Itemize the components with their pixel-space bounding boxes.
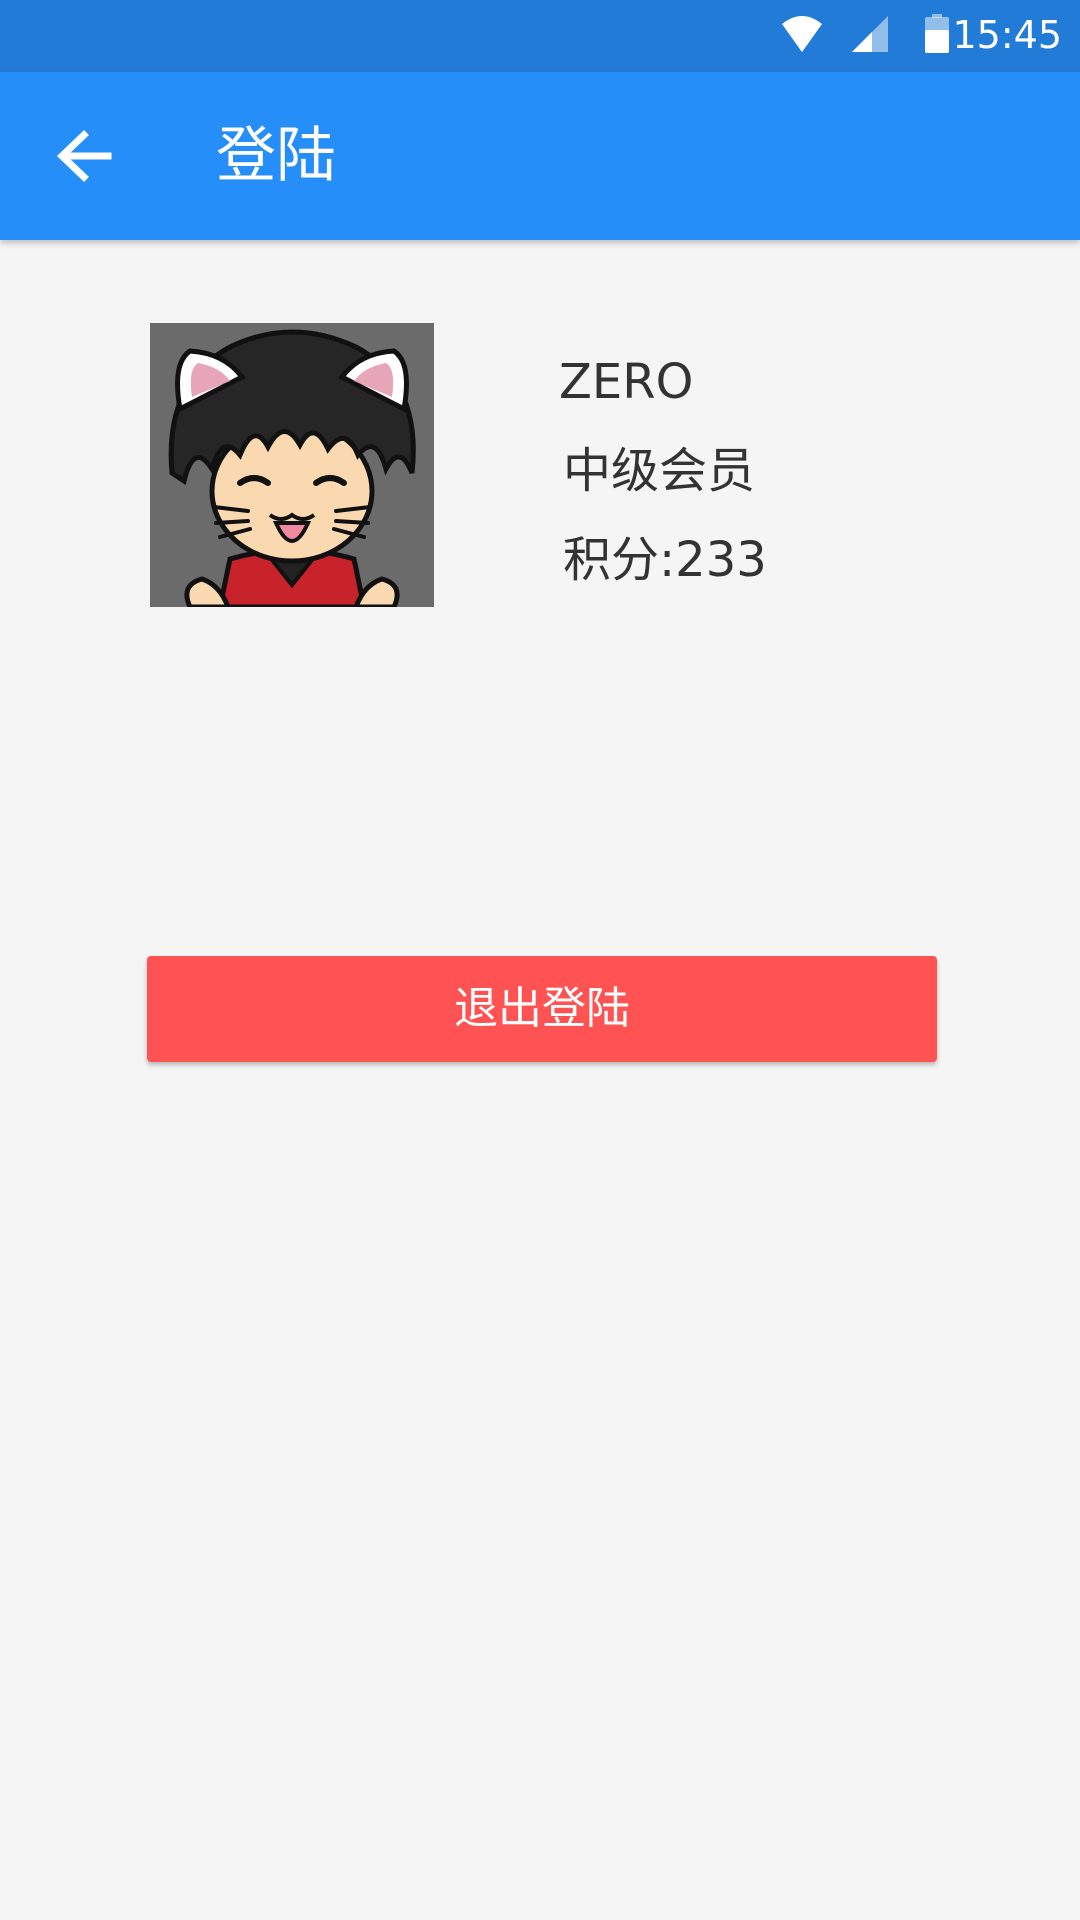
toolbar: 登陆 [0, 72, 1080, 240]
status-time: 15:45 [952, 13, 1062, 57]
page-title: 登陆 [216, 121, 336, 191]
points-label: 积分:233 [563, 532, 767, 588]
logout-button[interactable]: 退出登陆 [147, 956, 937, 1062]
avatar [150, 323, 434, 607]
status-bar: 15:45 [0, 0, 1080, 72]
member-level: 中级会员 [563, 443, 756, 499]
user-info: ZERO 中级会员 积分:233 [558, 338, 767, 605]
back-button[interactable] [40, 112, 128, 200]
cartoon-cat-ears-avatar [150, 323, 434, 607]
cell-signal-icon [852, 16, 888, 52]
arrow-left-icon [56, 130, 112, 182]
username: ZERO [559, 354, 694, 410]
screen: 15:45 登陆 ZERO 中级会员 积分:233 退出登陆 [0, 0, 1080, 1920]
wifi-icon [782, 16, 822, 52]
battery-icon [925, 14, 949, 53]
